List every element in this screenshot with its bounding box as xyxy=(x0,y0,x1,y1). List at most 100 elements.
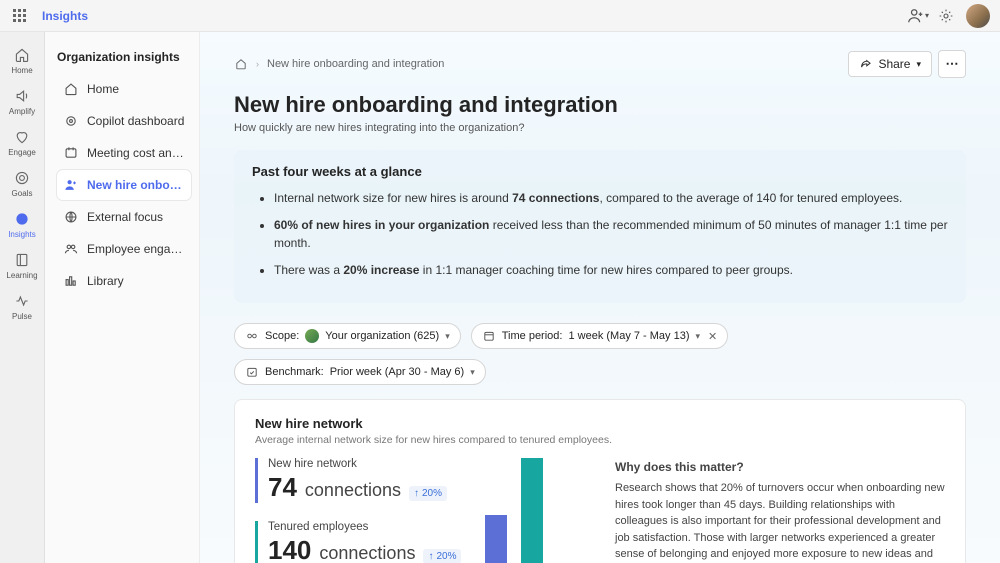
metric-newhire: New hire network 74 connections ↑20% xyxy=(255,458,461,503)
page-title: New hire onboarding and integration xyxy=(234,92,966,118)
rail-label: Insights xyxy=(8,230,36,239)
sidebar-item-meeting[interactable]: Meeting cost and qual… xyxy=(57,138,191,168)
why-heading: Why does this matter? xyxy=(615,458,945,476)
sidebar-item-newhire[interactable]: New hire onboarding xyxy=(57,170,191,200)
sidebar: Organization insights Home Copilot dashb… xyxy=(45,32,200,563)
share-icon xyxy=(859,58,872,71)
sidebar-item-label: Meeting cost and qual… xyxy=(87,146,185,160)
breadcrumb-home-icon[interactable] xyxy=(234,57,248,71)
sidebar-item-label: New hire onboarding xyxy=(87,178,185,192)
filter-value: 1 week (May 7 - May 13) xyxy=(568,330,689,342)
breadcrumb: › New hire onboarding and integration xyxy=(234,57,444,71)
rail-engage[interactable]: Engage xyxy=(0,122,45,163)
glance-heading: Past four weeks at a glance xyxy=(252,164,948,179)
app-launcher-icon[interactable] xyxy=(10,6,30,26)
why-body: Research shows that 20% of turnovers occ… xyxy=(615,480,945,563)
filter-value: Your organization (625) xyxy=(325,330,439,342)
metric-unit: connections xyxy=(305,480,401,501)
rail-label: Engage xyxy=(8,148,36,157)
amplify-icon xyxy=(13,87,31,105)
why-panel: Why does this matter? Research shows tha… xyxy=(615,458,945,563)
sidebar-item-label: Copilot dashboard xyxy=(87,114,184,128)
rail-label: Pulse xyxy=(12,312,32,321)
breadcrumb-current: New hire onboarding and integration xyxy=(267,58,444,70)
sidebar-item-label: Home xyxy=(87,82,119,96)
benchmark-icon xyxy=(245,365,259,379)
rail-label: Amplify xyxy=(9,107,35,116)
rail-insights[interactable]: Insights xyxy=(0,204,45,245)
filter-value: Prior week (Apr 30 - May 6) xyxy=(330,366,464,378)
metric-delta: ↑20% xyxy=(409,486,447,501)
bar-chart xyxy=(485,458,543,563)
sidebar-item-copilot[interactable]: Copilot dashboard xyxy=(57,106,191,136)
sidebar-heading: Organization insights xyxy=(57,50,191,64)
network-heading: New hire network xyxy=(255,416,945,431)
more-button[interactable]: ⋯ xyxy=(938,50,966,78)
bar-tenured xyxy=(521,458,543,563)
rail-label: Learning xyxy=(6,271,37,280)
scope-icon xyxy=(245,329,259,343)
rail-pulse[interactable]: Pulse xyxy=(0,286,45,327)
metric-delta: ↑20% xyxy=(423,549,461,563)
glance-card: Past four weeks at a glance Internal net… xyxy=(234,150,966,303)
filter-label: Scope: xyxy=(265,330,299,342)
metric-value: 140 xyxy=(268,535,311,563)
home-icon xyxy=(13,46,31,64)
org-avatar xyxy=(305,329,319,343)
calendar-icon xyxy=(482,329,496,343)
share-button[interactable]: Share ▾ xyxy=(848,51,932,77)
rail-goals[interactable]: Goals xyxy=(0,163,45,204)
metric-tenured: Tenured employees 140 connections ↑20% xyxy=(255,521,461,563)
engage-icon xyxy=(13,128,31,146)
people-icon xyxy=(63,241,79,257)
time-filter[interactable]: Time period: 1 week (May 7 - May 13) ▾ ✕ xyxy=(471,323,729,349)
add-person-icon[interactable]: ▾ xyxy=(904,2,932,30)
app-title: Insights xyxy=(42,9,88,23)
scope-filter[interactable]: Scope: Your organization (625) ▾ xyxy=(234,323,461,349)
page-subtitle: How quickly are new hires integrating in… xyxy=(234,122,966,134)
chevron-down-icon: ▾ xyxy=(696,331,701,342)
clear-filter-icon[interactable]: ✕ xyxy=(708,330,717,343)
topbar: Insights ▾ xyxy=(0,0,1000,32)
metric-label: New hire network xyxy=(268,458,461,470)
settings-icon[interactable] xyxy=(932,2,960,30)
sidebar-item-home[interactable]: Home xyxy=(57,74,191,104)
network-desc: Average internal network size for new hi… xyxy=(255,434,945,446)
breadcrumb-row: › New hire onboarding and integration Sh… xyxy=(234,50,966,78)
chevron-down-icon: ▾ xyxy=(916,59,921,70)
glance-bullet: 60% of new hires in your organization re… xyxy=(274,216,948,253)
rail-learning[interactable]: Learning xyxy=(0,245,45,286)
rail-label: Home xyxy=(11,66,32,75)
more-icon: ⋯ xyxy=(946,56,959,72)
sidebar-item-external[interactable]: External focus xyxy=(57,202,191,232)
insights-icon xyxy=(13,210,31,228)
rail-home[interactable]: Home xyxy=(0,40,45,81)
metric-value: 74 xyxy=(268,472,297,503)
chevron-right-icon: › xyxy=(256,59,259,69)
arrow-up-icon: ↑ xyxy=(414,488,419,499)
person-plus-icon xyxy=(63,177,79,193)
learning-icon xyxy=(13,251,31,269)
user-avatar[interactable] xyxy=(966,4,990,28)
filter-label: Benchmark: xyxy=(265,366,324,378)
filter-row: Scope: Your organization (625) ▾ Time pe… xyxy=(234,323,966,385)
chevron-down-icon: ▾ xyxy=(470,367,475,378)
chevron-down-icon: ▾ xyxy=(445,331,450,342)
sidebar-item-label: Employee engagement xyxy=(87,242,185,256)
bar-newhire xyxy=(485,515,507,563)
globe-icon xyxy=(63,209,79,225)
goals-icon xyxy=(13,169,31,187)
benchmark-filter[interactable]: Benchmark: Prior week (Apr 30 - May 6) ▾ xyxy=(234,359,486,385)
sidebar-item-label: External focus xyxy=(87,210,163,224)
rail-label: Goals xyxy=(12,189,33,198)
copilot-icon xyxy=(63,113,79,129)
arrow-up-icon: ↑ xyxy=(428,551,433,562)
pulse-icon xyxy=(13,292,31,310)
sidebar-item-engagement[interactable]: Employee engagement xyxy=(57,234,191,264)
share-label: Share xyxy=(878,57,910,71)
home-icon xyxy=(63,81,79,97)
metric-unit: connections xyxy=(319,543,415,563)
glance-bullet: Internal network size for new hires is a… xyxy=(274,189,948,208)
rail-amplify[interactable]: Amplify xyxy=(0,81,45,122)
sidebar-item-library[interactable]: Library xyxy=(57,266,191,296)
